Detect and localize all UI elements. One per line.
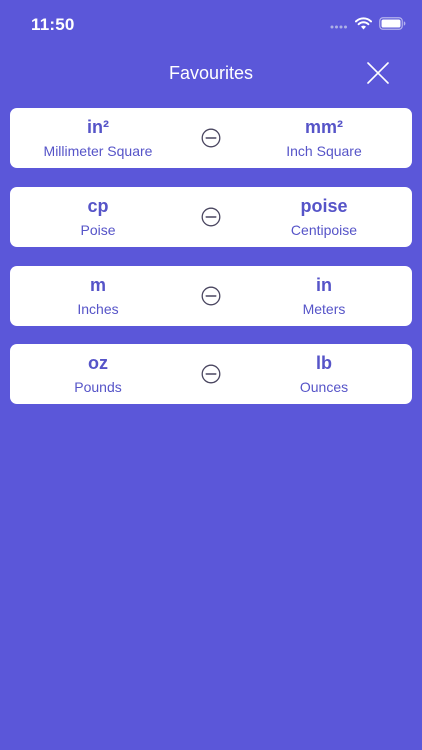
from-unit-name: Millimeter Square: [43, 143, 153, 159]
remove-favourite-button[interactable]: [201, 128, 221, 148]
minus-circle-icon: [201, 128, 221, 152]
to-unit-name: Centipoise: [290, 222, 358, 238]
from-unit-name: Pounds: [74, 379, 122, 395]
remove-favourite-button[interactable]: [201, 364, 221, 384]
to-unit-symbol: poise: [300, 196, 348, 216]
from-unit: in² Millimeter Square: [18, 108, 178, 168]
header: Favourites: [0, 55, 422, 95]
to-unit-name: Meters: [302, 301, 346, 317]
to-unit-symbol: lb: [316, 353, 332, 373]
from-unit-name: Poise: [80, 222, 116, 238]
minus-circle-icon: [201, 364, 221, 388]
signal-icon: [330, 17, 348, 35]
remove-favourite-button[interactable]: [201, 207, 221, 227]
favourite-card[interactable]: oz Pounds lb Ounces: [10, 344, 412, 404]
close-button[interactable]: [362, 59, 394, 91]
status-bar: 11:50: [0, 0, 422, 50]
remove-favourite-button[interactable]: [201, 286, 221, 306]
to-unit-name: Inch Square: [286, 143, 362, 159]
wifi-icon: [355, 17, 372, 35]
to-unit-symbol: mm²: [304, 117, 343, 137]
to-unit-symbol: in: [316, 275, 332, 295]
to-unit-name: Ounces: [299, 379, 349, 395]
close-icon: [366, 61, 390, 90]
favourite-card[interactable]: m Inches in Meters: [10, 266, 412, 326]
minus-circle-icon: [201, 207, 221, 231]
status-time: 11:50: [31, 15, 75, 34]
from-unit: oz Pounds: [18, 344, 178, 404]
from-unit: cp Poise: [18, 187, 178, 247]
to-unit: lb Ounces: [244, 344, 404, 404]
favourite-card[interactable]: cp Poise poise Centipoise: [10, 187, 412, 247]
from-unit-symbol: cp: [87, 196, 109, 216]
from-unit-symbol: m: [89, 275, 106, 295]
to-unit: poise Centipoise: [244, 187, 404, 247]
from-unit-symbol: in²: [87, 117, 109, 137]
status-icons: [330, 17, 406, 35]
page-title: Favourites: [168, 63, 254, 83]
to-unit: mm² Inch Square: [244, 108, 404, 168]
favourite-card[interactable]: in² Millimeter Square mm² Inch Square: [10, 108, 412, 168]
from-unit-symbol: oz: [88, 353, 108, 373]
from-unit-name: Inches: [77, 301, 119, 317]
to-unit: in Meters: [244, 266, 404, 326]
battery-icon: [379, 17, 406, 35]
from-unit: m Inches: [18, 266, 178, 326]
minus-circle-icon: [201, 286, 221, 310]
